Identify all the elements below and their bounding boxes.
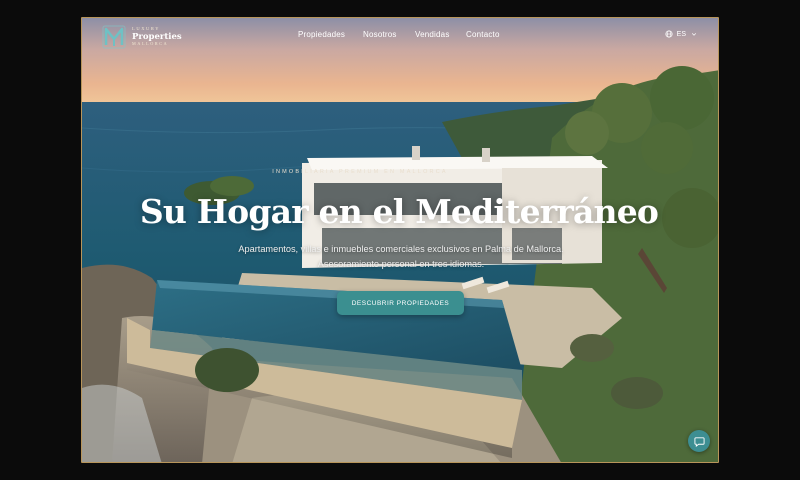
top-navigation: LUXURY Properties MALLORCA Propiedades N… [82,18,718,58]
chevron-down-icon [691,33,697,36]
brand-main: Properties [132,31,182,42]
discover-properties-button[interactable]: DESCUBRIR PROPIEDADES [337,291,464,315]
brand-bottom: MALLORCA [132,41,169,47]
chat-button[interactable] [688,430,710,452]
brand-wordmark: LUXURY Properties MALLORCA [132,27,182,46]
luxury-properties-logo-icon [101,24,127,50]
browser-viewport: LUXURY Properties MALLORCA Propiedades N… [81,17,719,463]
nav-link-propiedades[interactable]: Propiedades [298,30,345,39]
language-code: ES [676,30,686,38]
language-selector[interactable]: ES [665,30,697,38]
hero-subtitle: Apartamentos, villas e inmuebles comerci… [238,244,564,269]
chat-bubble-icon [693,436,705,447]
nav-link-contacto[interactable]: Contacto [466,30,500,39]
hero-title: Su Hogar en el Mediterráneo [139,192,659,231]
nav-link-vendidas[interactable]: Vendidas [415,30,450,39]
hero-eyebrow: INMOBILIARIA PREMIUM EN MALLORCA [272,169,448,175]
globe-icon [665,30,673,38]
nav-link-nosotros[interactable]: Nosotros [363,30,397,39]
brand-logo[interactable]: LUXURY Properties MALLORCA [101,24,182,50]
hero-background-image [82,18,718,462]
